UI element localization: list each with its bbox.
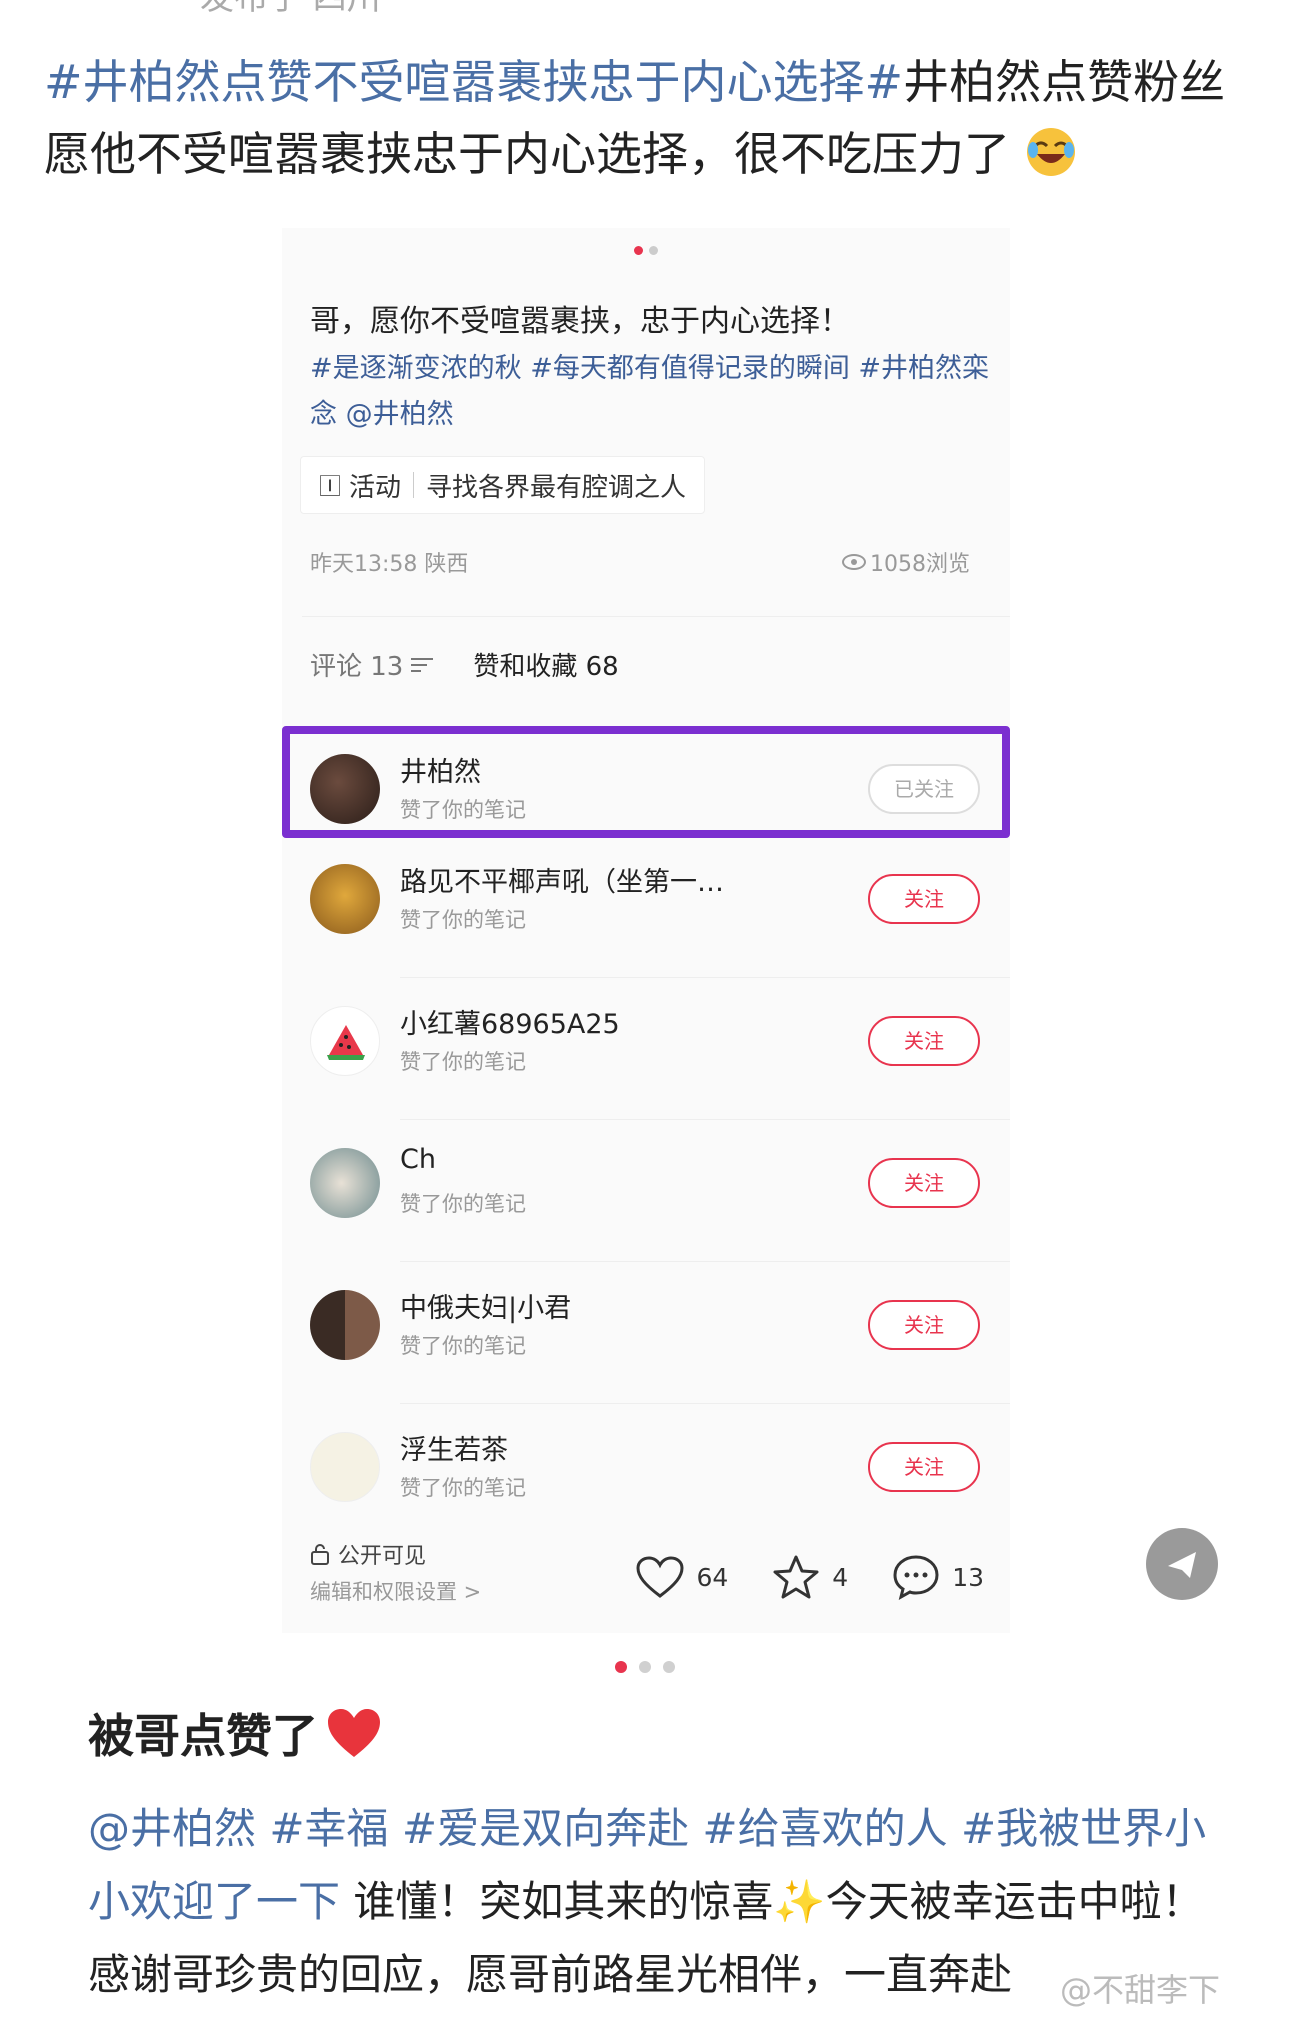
note-title: 哥，愿你不受喧嚣裹挟，忠于内心选择！ [310,304,850,339]
embedded-screenshot: 哥，愿你不受喧嚣裹挟，忠于内心选择！ #是逐渐变浓的秋 #每天都有值得记录的瞬间… [282,228,1010,1633]
favorite-action[interactable]: 4 [772,1554,848,1600]
highlight-box [282,726,1010,838]
send-icon [1168,1552,1196,1578]
liker-action: 赞了你的笔记 [400,1476,526,1500]
view-count-text: 1058浏览 [870,552,970,577]
follow-button[interactable]: 关注 [868,1016,980,1066]
carousel-dot [649,246,658,255]
avatar[interactable] [310,1432,380,1502]
liker-row[interactable]: Ch 赞了你的笔记 关注 [282,1120,1010,1262]
carousel-dots [0,1658,1290,1677]
carousel-dot[interactable] [615,1661,627,1673]
liker-action: 赞了你的笔记 [400,908,526,932]
red-heart-icon [328,1709,380,1757]
carousel-dot [634,246,643,255]
liker-row[interactable]: 路见不平椰声吼（坐第一… 赞了你的笔记 关注 [282,836,1010,978]
post-hashtag[interactable]: #井柏然点赞不受喧嚣裹挟忠于内心选择# [44,55,903,109]
comment-icon [893,1555,939,1600]
carousel-dot[interactable] [663,1661,675,1673]
caption-title-text: 被哥点赞了 [88,1709,318,1763]
comment-count: 13 [952,1562,984,1592]
liker-name[interactable]: 中俄夫妇|小君 [400,1286,571,1325]
view-count: 1058浏览 [842,546,970,578]
note-time-location: 昨天13:58 陕西 [310,552,469,577]
carousel-dots-top [282,240,1010,259]
tab-comments-label: 评论 13 [310,652,404,682]
follow-button[interactable]: 关注 [868,1158,980,1208]
liker-name[interactable]: 路见不平椰声吼（坐第一… [400,860,724,899]
carousel-dot[interactable] [639,1661,651,1673]
activity-text: 寻找各界最有腔调之人 [426,472,687,503]
like-action[interactable]: 64 [636,1556,728,1598]
activity-label: 活动 [349,472,402,503]
liker-row[interactable]: 小红薯68965A25 赞了你的笔记 关注 [282,978,1010,1120]
tab-comments[interactable]: 评论 13 [310,646,434,683]
liker-action: 赞了你的笔记 [400,1050,526,1074]
divider [302,616,1010,617]
filter-icon[interactable] [411,657,434,673]
permissions-link[interactable]: 编辑和权限设置 > [310,1576,481,1606]
follow-button[interactable]: 关注 [868,1300,980,1350]
activity-tag[interactable]: 🄸 活动 寻找各界最有腔调之人 [300,456,706,514]
watermelon-icon [327,1025,365,1060]
laughing-emoji-icon [1026,128,1075,176]
heart-icon [636,1556,684,1598]
sparkles-icon: ✨ [773,1877,826,1926]
liker-row[interactable]: 中俄夫妇|小君 赞了你的笔记 关注 [282,1262,1010,1404]
watermelon-avatar[interactable] [310,1006,380,1076]
engagement-actions: 64 4 13 [636,1554,984,1600]
privacy-status[interactable]: 公开可见 [310,1538,426,1570]
star-icon [773,1555,819,1599]
avatar[interactable] [310,1148,380,1218]
cut-off-location-text: 发布于 四川 [200,0,381,19]
tab-bar: 评论 13 赞和收藏 68 [310,646,619,683]
post-text: #井柏然点赞不受喧嚣裹挟忠于内心选择#井柏然点赞粉丝愿他不受喧嚣裹挟忠于内心选择… [44,46,1254,190]
liker-action: 赞了你的笔记 [400,1192,526,1216]
liker-name[interactable]: 小红薯68965A25 [400,1002,620,1041]
follow-button[interactable]: 关注 [868,874,980,924]
floating-button[interactable] [1146,1528,1218,1600]
liker-name[interactable]: 浮生若茶 [400,1428,508,1467]
eye-icon [842,554,866,570]
note-tags[interactable]: #是逐渐变浓的秋 #每天都有值得记录的瞬间 #井柏然栾念 @井柏然 [310,346,990,438]
liker-name[interactable]: Ch [400,1144,436,1175]
avatar[interactable] [310,1290,380,1360]
avatar[interactable] [310,864,380,934]
tab-likes[interactable]: 赞和收藏 68 [473,646,618,683]
privacy-label: 公开可见 [338,1544,427,1569]
lock-icon [311,1544,329,1565]
caption-body: @井柏然 #幸福 #爱是双向奔赴 #给喜欢的人 #我被世界小小欢迎了一下 谁懂！… [88,1792,1218,2021]
follow-button[interactable]: 关注 [868,1442,980,1492]
caption-text-part1: 谁懂！突如其来的惊喜 [340,1877,774,1926]
liker-row[interactable]: 浮生若茶 赞了你的笔记 关注 [282,1404,1010,1518]
bottom-action-bar: 公开可见 编辑和权限设置 > 64 4 13 [282,1518,1010,1633]
comment-action[interactable]: 13 [892,1554,984,1600]
activity-icon: 🄸 [319,475,342,500]
watermark: @不甜李下 [1060,1971,1221,2009]
like-count: 64 [696,1562,729,1592]
caption-title: 被哥点赞了 [88,1700,382,1766]
liker-action: 赞了你的笔记 [400,1334,526,1358]
favorite-count: 4 [832,1562,849,1592]
activity-separator [413,472,415,498]
